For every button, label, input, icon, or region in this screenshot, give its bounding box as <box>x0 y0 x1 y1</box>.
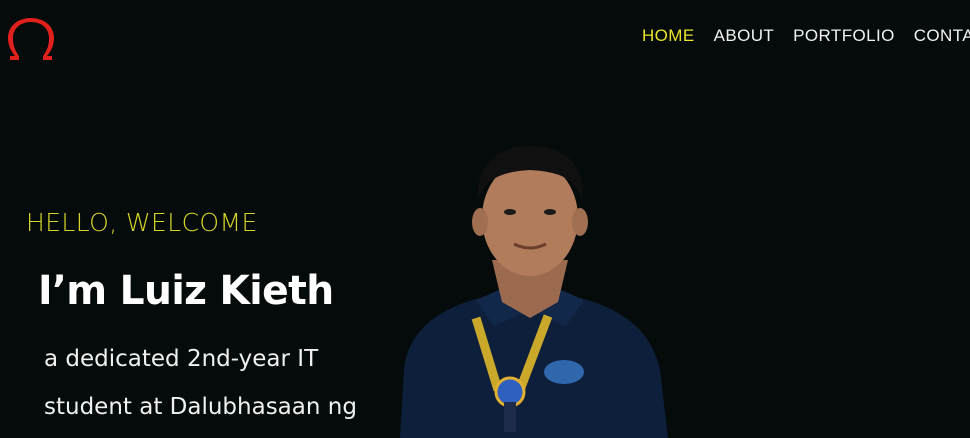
nav-contact[interactable]: CONTACT <box>914 26 970 46</box>
nav-portfolio[interactable]: PORTFOLIO <box>793 26 895 46</box>
hero-headline: I’m Luiz Kieth <box>38 268 334 314</box>
nav-about[interactable]: ABOUT <box>714 26 775 46</box>
profile-photo <box>400 146 668 438</box>
nav-home[interactable]: HOME <box>642 26 695 46</box>
hero-greeting: HELLO, WELCOME <box>26 208 258 237</box>
omega-logo-icon[interactable] <box>5 16 57 64</box>
hero-intro: a dedicated 2nd-year IT student at Dalub… <box>44 346 357 420</box>
main-nav: HOME ABOUT PORTFOLIO CONTACT <box>642 26 970 46</box>
landing-page: HOME ABOUT PORTFOLIO CONTACT HELLO, WELC… <box>0 0 970 438</box>
